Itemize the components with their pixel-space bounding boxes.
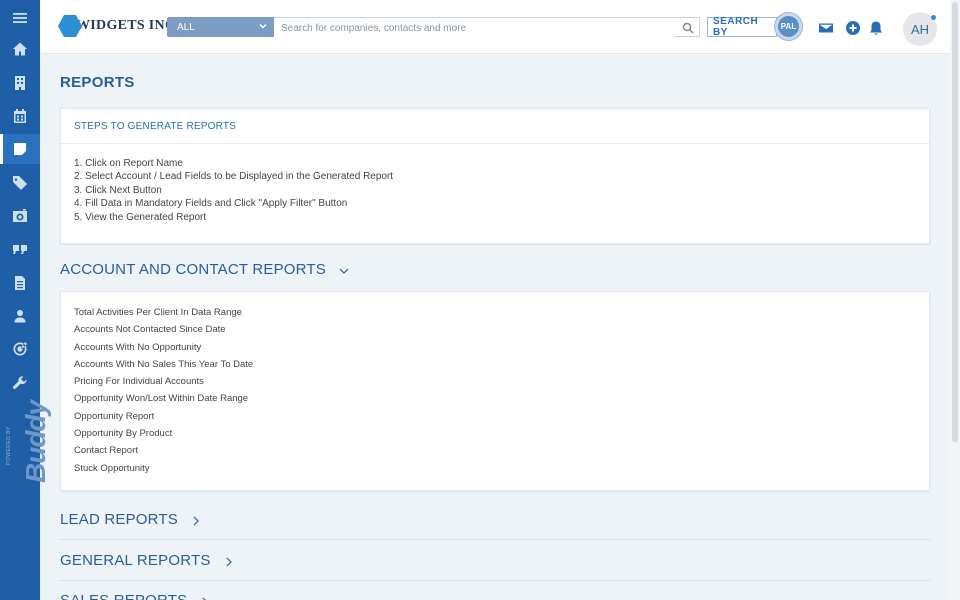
scrollbar[interactable] (950, 0, 960, 600)
section-lead-reports[interactable]: LEAD REPORTS (60, 511, 202, 528)
brand-logo[interactable]: WIDGETS INC. (58, 14, 179, 38)
powered-by-logo: POWERED BY Buddy (2, 401, 51, 485)
section-title-label: ACCOUNT AND CONTACT REPORTS (60, 261, 326, 278)
sidebar: POWERED BY Buddy (0, 0, 51, 600)
chevron-right-icon (190, 514, 202, 526)
pal-button[interactable]: PAL (775, 13, 802, 40)
report-link[interactable]: Contact Report (74, 442, 916, 459)
online-status-dot (931, 15, 936, 20)
scrollbar-thumb[interactable] (952, 2, 958, 442)
step-item: 4. Fill Data in Mandatory Fields and Cli… (74, 198, 348, 210)
hamburger-icon (13, 13, 27, 23)
step-item: 1. Click on Report Name (74, 158, 183, 169)
powered-by-label: POWERED BY (6, 426, 12, 465)
chevron-right-icon (223, 555, 235, 567)
sidebar-item-companies[interactable] (0, 68, 40, 98)
brand-name: WIDGETS INC. (76, 18, 180, 33)
section-divider (60, 539, 930, 540)
calendar-icon (14, 109, 26, 123)
sidebar-item-media[interactable] (0, 201, 40, 231)
bell-icon[interactable] (868, 20, 884, 36)
sidebar-item-calendar[interactable] (0, 101, 40, 131)
sidebar-item-documents[interactable] (0, 268, 40, 298)
search-scope-value: ALL (177, 21, 195, 33)
sidebar-item-goals[interactable] (0, 334, 40, 364)
steps-list: 1. Click on Report Name 2. Select Accoun… (61, 144, 929, 237)
section-title-label: SALES REPORTS (60, 592, 187, 600)
notes-icon (14, 143, 26, 155)
section-title-label: LEAD REPORTS (60, 511, 178, 528)
sidebar-item-reports[interactable] (0, 134, 40, 164)
report-link[interactable]: Opportunity By Product (74, 425, 916, 442)
report-link[interactable]: Pricing For Individual Accounts (74, 373, 916, 390)
search-box (274, 17, 700, 38)
chevron-down-icon (338, 264, 350, 276)
search-input[interactable] (274, 19, 674, 38)
sidebar-item-settings[interactable] (0, 368, 40, 398)
user-icon (14, 310, 26, 323)
quote-icon (13, 245, 27, 254)
search-by-button[interactable]: SEARCH BY (707, 16, 777, 38)
report-link[interactable]: Accounts With No Sales This Year To Date (74, 356, 916, 373)
sidebar-item-home[interactable] (0, 34, 40, 64)
page-title: REPORTS (60, 74, 135, 91)
home-icon (13, 42, 27, 56)
step-item: 5. View the Generated Report (74, 211, 207, 223)
step-item: 3. Click Next Button (74, 184, 162, 196)
section-account-contact-reports[interactable]: ACCOUNT AND CONTACT REPORTS (60, 261, 350, 278)
report-link[interactable]: Accounts With No Opportunity (74, 339, 916, 356)
chevron-right-icon (199, 595, 211, 600)
mail-icon[interactable] (818, 20, 834, 36)
search-icon[interactable] (682, 21, 694, 34)
sidebar-item-quotes[interactable] (0, 234, 40, 264)
chevron-down-icon (258, 21, 268, 31)
menu-toggle-button[interactable] (0, 3, 40, 33)
steps-card: STEPS TO GENERATE REPORTS 1. Click on Re… (60, 108, 930, 244)
section-divider (60, 580, 930, 581)
report-link[interactable]: Opportunity Report (74, 408, 916, 425)
report-link[interactable]: Opportunity Won/Lost Within Date Range (74, 390, 916, 407)
add-icon[interactable] (845, 20, 861, 36)
camera-icon (13, 209, 27, 222)
steps-card-title: STEPS TO GENERATE REPORTS (61, 109, 929, 144)
report-link[interactable]: Stuck Opportunity (74, 460, 916, 477)
report-link[interactable]: Total Activities Per Client In Data Rang… (74, 304, 916, 321)
search-scope-select[interactable]: ALL (167, 17, 274, 37)
sidebar-item-tags[interactable] (0, 168, 40, 198)
document-icon (15, 276, 25, 290)
wrench-icon (13, 376, 27, 389)
report-link[interactable]: Accounts Not Contacted Since Date (74, 321, 916, 338)
section-general-reports[interactable]: GENERAL REPORTS (60, 552, 235, 569)
section-title-label: GENERAL REPORTS (60, 552, 211, 569)
building-icon (15, 76, 25, 90)
target-icon (13, 342, 27, 356)
account-contact-reports-card: Total Activities Per Client In Data Rang… (60, 291, 930, 491)
step-item: 2. Select Account / Lead Fields to be Di… (74, 171, 394, 183)
powered-by-brand: Buddy (20, 400, 51, 483)
section-sales-reports[interactable]: SALES REPORTS (60, 592, 211, 600)
tag-icon (13, 176, 27, 190)
sidebar-item-contacts[interactable] (0, 301, 40, 331)
top-bar: WIDGETS INC. ALL SEARCH BY PAL AH (40, 0, 950, 54)
